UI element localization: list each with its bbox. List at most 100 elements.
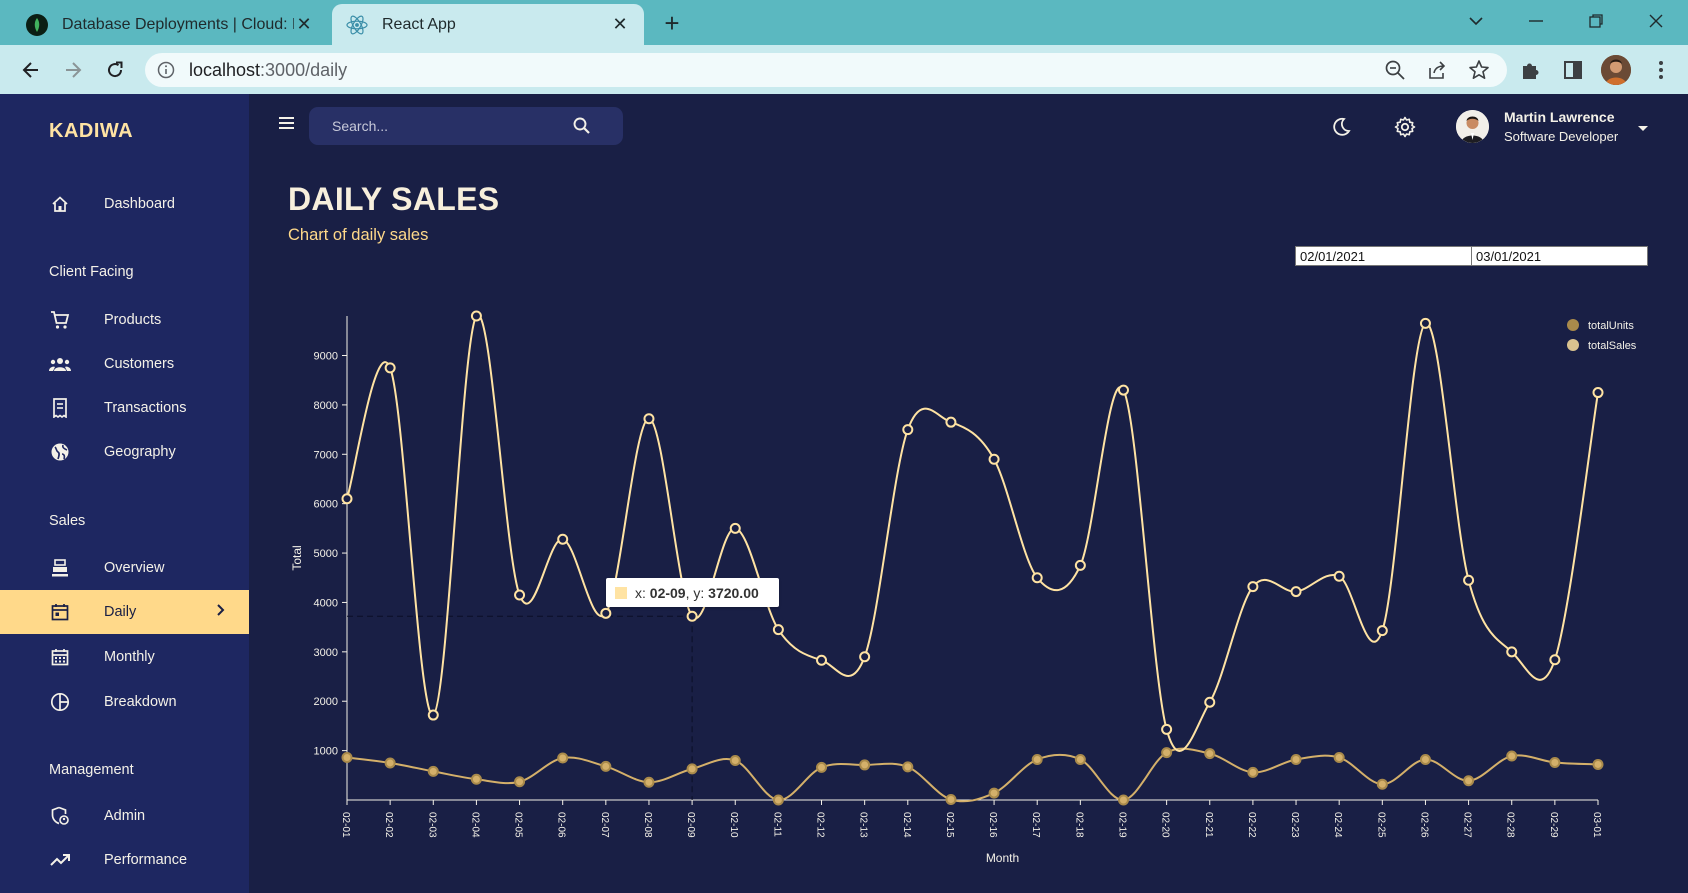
react-logo-icon [346,14,368,36]
data-point-totalUnits [859,759,871,771]
sidebar-item-geography[interactable]: Geography [0,430,249,474]
minimize-icon[interactable] [1521,8,1551,34]
bookmark-star-icon[interactable] [1466,57,1492,83]
sidebar-section-client-facing: Client Facing [49,264,134,280]
data-point-totalUnits [470,773,482,785]
x-tick-label: 02-19 [1116,812,1127,838]
sidebar-item-admin[interactable]: Admin [0,794,249,838]
data-point-totalUnits [1549,756,1561,768]
sidebar-item-monthly[interactable]: Monthly [0,635,249,679]
more-menu-icon[interactable] [1648,57,1674,83]
share-icon[interactable] [1424,57,1450,83]
y-tick-label: 5000 [314,548,338,560]
data-point-totalSales [686,610,698,622]
sidebar-item-breakdown[interactable]: Breakdown [0,680,249,724]
reload-icon[interactable] [100,55,130,85]
close-tab-icon[interactable]: ✕ [610,14,630,35]
dark-mode-moon-icon[interactable] [1328,114,1354,140]
sidebar-item-daily[interactable]: Daily [0,590,249,634]
sidebar-item-label: Geography [104,444,176,460]
close-window-icon[interactable] [1641,8,1671,34]
back-arrow-icon[interactable] [16,55,46,85]
search-icon[interactable] [572,116,592,141]
x-tick-label: 02-16 [987,812,998,838]
x-tick-label: 02-07 [599,812,610,838]
data-point-totalSales [1506,646,1518,658]
x-tick-label: 02-03 [426,812,437,838]
sidebar-item-label: Daily [104,604,137,620]
extensions-puzzle-icon[interactable] [1518,57,1544,83]
data-point-totalSales [859,651,871,663]
x-tick-label: 02-15 [944,812,955,838]
x-tick-label: 02-20 [1160,812,1171,838]
data-point-totalSales [643,413,655,425]
x-tick-label: 02-08 [642,812,653,838]
x-tick-label: 02-04 [469,812,480,838]
x-tick-label: 02-14 [901,812,912,838]
sidebar-item-label: Performance [104,852,188,868]
search-placeholder: Search... [332,118,389,134]
data-point-totalUnits [902,761,914,773]
data-point-totalSales [1161,723,1173,735]
new-tab-plus-icon[interactable]: + [660,10,684,36]
page-title: DAILY SALES [288,181,500,217]
x-tick-label: 02-17 [1030,812,1041,838]
close-tab-icon[interactable]: ✕ [294,14,314,35]
caret-down-icon[interactable] [1637,120,1649,138]
y-tick-label: 3000 [314,647,338,659]
x-tick-label: 02-29 [1548,812,1559,838]
data-point-totalUnits [772,794,784,806]
data-point-totalSales [1376,625,1388,637]
x-tick-label: 02-10 [728,812,739,838]
data-point-totalSales [557,533,569,545]
sidebar-item-transactions[interactable]: Transactions [0,386,249,430]
mongodb-leaf-icon [26,13,48,36]
browser-tab-react-app[interactable]: React App ✕ [332,4,644,45]
browser-tab-strip: Database Deployments | Cloud: M ✕ React … [0,0,1688,45]
user-avatar[interactable] [1456,110,1489,143]
start-date-input[interactable]: 02/01/2021 [1295,246,1472,266]
data-point-totalUnits [341,752,353,764]
series-line-totalSales [346,314,1599,752]
search-input[interactable]: Search... [309,107,623,145]
data-point-totalSales [988,453,1000,465]
sidebar-item-dashboard[interactable]: Dashboard [0,182,249,226]
x-tick-label: 03-01 [1591,812,1602,838]
brand-logo-text[interactable]: KADIWA [49,120,133,143]
sidebar-item-products[interactable]: Products [0,298,249,342]
data-point-totalSales [1333,570,1345,582]
forward-arrow-icon[interactable] [58,55,88,85]
hamburger-menu-icon[interactable] [278,116,302,136]
data-point-totalUnits [945,794,957,806]
zoom-out-icon[interactable] [1382,57,1408,83]
data-point-totalUnits [1031,754,1043,766]
x-tick-label: 02-06 [556,812,567,838]
data-point-totalUnits [729,754,741,766]
settings-gear-icon[interactable] [1392,114,1418,140]
x-tick-label: 02-11 [771,812,782,837]
y-tick-label: 4000 [314,597,338,609]
tab-search-chevron-icon[interactable] [1461,8,1491,34]
address-bar[interactable]: localhost:3000/daily [145,53,1507,87]
y-tick-label: 2000 [314,696,338,708]
browser-tab-mongodb[interactable]: Database Deployments | Cloud: M ✕ [12,4,328,45]
globe-icon [49,441,71,463]
legend-label-totalSales: totalSales [1588,340,1637,352]
data-point-totalUnits [427,765,439,777]
end-date-input[interactable]: 03/01/2021 [1471,246,1648,266]
sidebar-item-label: Monthly [104,649,155,665]
side-panel-icon[interactable] [1560,57,1586,83]
site-info-icon[interactable] [157,61,175,84]
sidebar-item-label: Admin [104,808,146,824]
data-point-totalUnits [557,752,569,764]
sidebar-item-overview[interactable]: Overview [0,546,249,590]
data-point-totalSales [514,589,526,601]
x-tick-label: 02-13 [858,812,869,838]
profile-avatar[interactable] [1601,55,1631,85]
sidebar-item-performance[interactable]: Performance [0,838,249,882]
sidebar-item-customers[interactable]: Customers [0,342,249,386]
cart-icon [49,309,71,331]
browser-toolbar: localhost:3000/daily [0,45,1688,94]
restore-window-icon[interactable] [1581,8,1611,34]
data-point-totalSales [902,424,914,436]
